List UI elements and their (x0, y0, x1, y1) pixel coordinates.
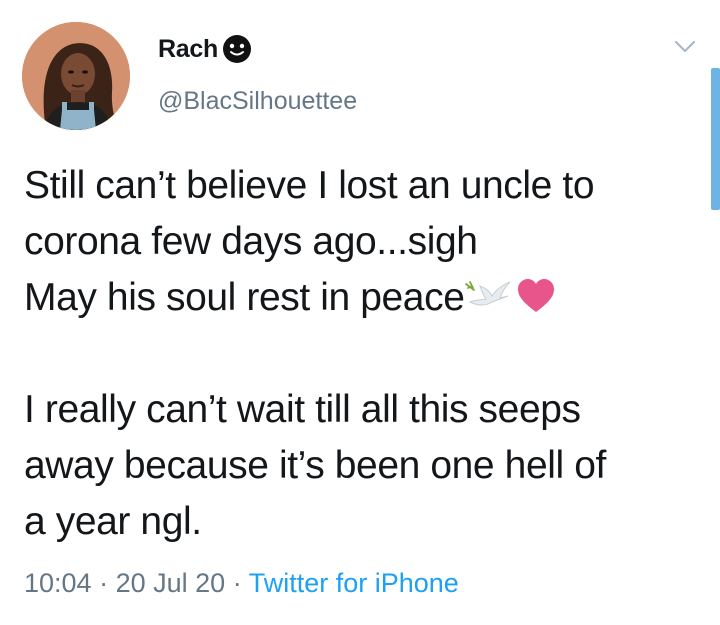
tweet-line: May his soul rest in peace (24, 270, 704, 326)
face-emoji-icon (222, 35, 251, 63)
tweet-line-text: May his soul rest in peace (24, 276, 465, 319)
tweet-line: away because it’s been one hell of (24, 444, 606, 487)
tweet-card: Rach @BlacSilhouettee Still can’t believ… (0, 0, 720, 625)
tweet-blank-line (24, 326, 704, 382)
meta-separator: · (232, 568, 242, 598)
tweet-line: a year ngl. (24, 500, 202, 543)
scrollbar[interactable] (711, 68, 720, 210)
tweet-text: Still can’t believe I lost an uncle to c… (24, 158, 704, 550)
tweet-meta: 10:04 · 20 Jul 20 · Twitter for iPhone (24, 565, 459, 601)
tweet-source-link[interactable]: Twitter for iPhone (249, 568, 459, 598)
meta-separator: · (99, 568, 109, 598)
avatar[interactable] (22, 22, 130, 130)
pink-heart-emoji-icon (518, 279, 555, 312)
chevron-down-icon[interactable] (672, 36, 698, 56)
author-name-row[interactable]: Rach (158, 32, 252, 66)
tweet-line: I really can’t wait till all this seeps (24, 388, 581, 431)
tweet-line: corona few days ago...sigh (24, 220, 478, 263)
display-name[interactable]: Rach (158, 32, 218, 66)
dove-emoji-icon (465, 281, 511, 306)
tweet-line: Still can’t believe I lost an uncle to (24, 164, 595, 207)
tweet-date[interactable]: 20 Jul 20 (116, 568, 226, 598)
tweet-time[interactable]: 10:04 (24, 568, 92, 598)
author-handle[interactable]: @BlacSilhouettee (158, 84, 357, 118)
avatar-illustration (22, 22, 130, 130)
